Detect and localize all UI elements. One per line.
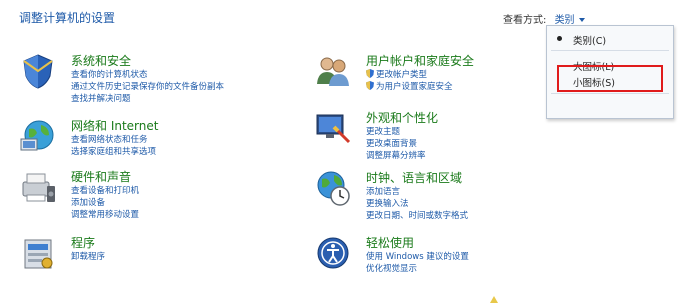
annotation-highlight-box bbox=[557, 65, 663, 92]
appearance-icon bbox=[316, 114, 351, 144]
chevron-down-icon bbox=[578, 18, 585, 22]
link-troubleshoot[interactable]: 查找并解决问题 bbox=[71, 93, 224, 105]
system-security-icon bbox=[23, 54, 53, 89]
clock-language-region-icon bbox=[317, 171, 350, 206]
link-mobility-settings[interactable]: 调整常用移动设置 bbox=[71, 209, 139, 221]
selected-bullet-icon bbox=[557, 36, 562, 41]
link-screen-resolution[interactable]: 调整屏幕分辨率 bbox=[366, 150, 426, 162]
menu-separator bbox=[551, 93, 669, 94]
ease-of-access-icon bbox=[317, 237, 349, 269]
link-change-input-method[interactable]: 更换输入法 bbox=[366, 198, 468, 210]
view-by-label: 查看方式: bbox=[503, 15, 547, 26]
uac-shield-icon bbox=[366, 81, 374, 90]
category-title[interactable]: 系统和安全 bbox=[71, 52, 131, 69]
category-title[interactable]: 轻松使用 bbox=[366, 234, 414, 251]
link-file-history[interactable]: 通过文件历史记录保存你的文件备份副本 bbox=[71, 81, 224, 93]
category-title[interactable]: 用户帐户和家庭安全 bbox=[366, 52, 474, 69]
link-label: 更改帐户类型 bbox=[376, 70, 428, 80]
programs-icon bbox=[24, 239, 53, 269]
link-change-account-type[interactable]: 更改帐户类型 bbox=[366, 69, 453, 81]
link-recommended-settings[interactable]: 使用 Windows 建议的设置 bbox=[366, 251, 469, 263]
link-uninstall-program[interactable]: 卸载程序 bbox=[71, 251, 105, 263]
link-label: 为用户设置家庭安全 bbox=[376, 82, 453, 92]
link-view-computer-status[interactable]: 查看你的计算机状态 bbox=[71, 69, 224, 81]
category-title[interactable]: 网络和 Internet bbox=[71, 117, 158, 134]
link-add-device[interactable]: 添加设备 bbox=[71, 197, 139, 209]
link-devices-printers[interactable]: 查看设备和打印机 bbox=[71, 185, 139, 197]
link-date-time-format[interactable]: 更改日期、时间或数字格式 bbox=[366, 210, 468, 222]
link-add-language[interactable]: 添加语言 bbox=[366, 186, 468, 198]
menu-separator bbox=[551, 50, 669, 51]
category-title[interactable]: 程序 bbox=[71, 234, 95, 251]
link-family-safety[interactable]: 为用户设置家庭安全 bbox=[366, 81, 453, 93]
cursor-icon bbox=[490, 296, 498, 303]
menu-item-category[interactable]: 类别(C) bbox=[547, 33, 673, 47]
category-title[interactable]: 硬件和声音 bbox=[71, 168, 131, 185]
link-network-status[interactable]: 查看网络状态和任务 bbox=[71, 134, 156, 146]
category-title[interactable]: 时钟、语言和区域 bbox=[366, 169, 462, 186]
network-icon bbox=[20, 120, 54, 151]
category-title[interactable]: 外观和个性化 bbox=[366, 109, 438, 126]
hardware-sound-icon bbox=[22, 173, 55, 202]
link-optimize-display[interactable]: 优化视觉显示 bbox=[366, 263, 469, 275]
view-by: 查看方式: 类别 bbox=[503, 11, 585, 26]
user-accounts-icon bbox=[317, 57, 349, 86]
uac-shield-icon bbox=[366, 69, 374, 78]
link-change-theme[interactable]: 更改主题 bbox=[366, 126, 426, 138]
menu-item-label: 类别(C) bbox=[573, 36, 607, 47]
page-title: 调整计算机的设置 bbox=[19, 11, 116, 25]
link-homegroup[interactable]: 选择家庭组和共享选项 bbox=[71, 146, 156, 158]
link-desktop-background[interactable]: 更改桌面背景 bbox=[366, 138, 426, 150]
